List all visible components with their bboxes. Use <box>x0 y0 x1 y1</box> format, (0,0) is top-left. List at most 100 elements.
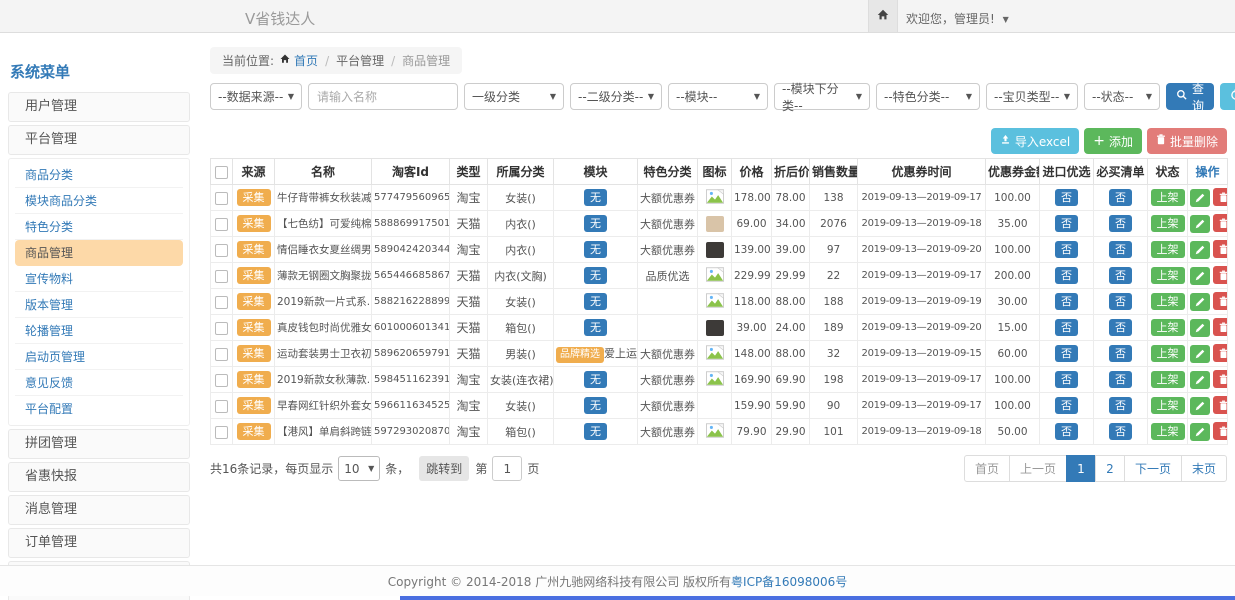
filter-feature-category[interactable]: --特色分类--▼ <box>876 83 980 110</box>
reset-button[interactable]: 重置 <box>1220 83 1235 110</box>
select-all-checkbox[interactable] <box>215 166 228 179</box>
pager-item[interactable]: 首页 <box>964 455 1010 482</box>
pager-item[interactable]: 末页 <box>1181 455 1227 482</box>
row-checkbox[interactable] <box>215 244 228 257</box>
delete-button[interactable] <box>1213 292 1228 310</box>
import-select-toggle[interactable]: 否 <box>1055 267 1078 284</box>
import-select-toggle[interactable]: 否 <box>1055 423 1078 440</box>
status-badge[interactable]: 上架 <box>1151 319 1185 336</box>
must-buy-toggle[interactable]: 否 <box>1109 371 1132 388</box>
must-buy-toggle[interactable]: 否 <box>1109 267 1132 284</box>
delete-button[interactable] <box>1213 370 1228 388</box>
home-button[interactable] <box>868 0 898 32</box>
sidebar-item[interactable]: 意见反馈 <box>15 370 183 396</box>
delete-button[interactable] <box>1213 344 1228 362</box>
delete-button[interactable] <box>1213 266 1228 284</box>
status-badge[interactable]: 上架 <box>1151 371 1185 388</box>
must-buy-toggle[interactable]: 否 <box>1109 319 1132 336</box>
delete-button[interactable] <box>1213 240 1228 258</box>
import-select-toggle[interactable]: 否 <box>1055 189 1078 206</box>
page-number-input[interactable] <box>492 456 522 481</box>
row-checkbox[interactable] <box>215 192 228 205</box>
row-checkbox[interactable] <box>215 322 228 335</box>
sidebar-item[interactable]: 宣传物料 <box>15 266 183 292</box>
import-select-toggle[interactable]: 否 <box>1055 371 1078 388</box>
must-buy-toggle[interactable]: 否 <box>1109 423 1132 440</box>
sidebar-item[interactable]: 商品分类 <box>15 162 183 188</box>
pager-item[interactable]: 下一页 <box>1124 455 1182 482</box>
delete-button[interactable] <box>1213 396 1228 414</box>
jump-button[interactable]: 跳转到 <box>419 456 469 481</box>
sidebar-item[interactable]: 特色分类 <box>15 214 183 240</box>
edit-button[interactable] <box>1190 423 1210 441</box>
import-select-toggle[interactable]: 否 <box>1055 293 1078 310</box>
import-select-toggle[interactable]: 否 <box>1055 215 1078 232</box>
sidebar-section[interactable]: 省惠快报 <box>8 462 190 492</box>
import-select-toggle[interactable]: 否 <box>1055 345 1078 362</box>
must-buy-toggle[interactable]: 否 <box>1109 189 1132 206</box>
sidebar-item[interactable]: 商品管理 <box>15 240 183 266</box>
filter-status[interactable]: --状态--▼ <box>1084 83 1160 110</box>
edit-button[interactable] <box>1190 189 1210 207</box>
user-menu[interactable]: 欢迎您，管理员! ▼ <box>906 10 1009 27</box>
must-buy-toggle[interactable]: 否 <box>1109 215 1132 232</box>
status-badge[interactable]: 上架 <box>1151 345 1185 362</box>
sidebar-section[interactable]: 平台管理 <box>8 125 190 155</box>
status-badge[interactable]: 上架 <box>1151 293 1185 310</box>
filter-module-subcategory[interactable]: --模块下分类--▼ <box>774 83 870 110</box>
edit-button[interactable] <box>1190 319 1210 337</box>
delete-button[interactable] <box>1213 422 1228 440</box>
import-select-toggle[interactable]: 否 <box>1055 319 1078 336</box>
pager-item[interactable]: 2 <box>1095 455 1125 482</box>
sidebar-item[interactable]: 轮播管理 <box>15 318 183 344</box>
edit-button[interactable] <box>1190 215 1210 233</box>
sidebar-section[interactable]: 拼团管理 <box>8 429 190 459</box>
pager-item[interactable]: 上一页 <box>1009 455 1067 482</box>
edit-button[interactable] <box>1190 345 1210 363</box>
must-buy-toggle[interactable]: 否 <box>1109 293 1132 310</box>
row-checkbox[interactable] <box>215 218 228 231</box>
row-checkbox[interactable] <box>215 270 228 283</box>
per-page-select[interactable]: 10 ▼ <box>338 456 380 481</box>
filter-level2-category[interactable]: --二级分类--▼ <box>570 83 662 110</box>
edit-button[interactable] <box>1190 397 1210 415</box>
sidebar-item[interactable]: 版本管理 <box>15 292 183 318</box>
filter-module[interactable]: --模块--▼ <box>668 83 768 110</box>
filter-level1-category[interactable]: 一级分类▼ <box>464 83 564 110</box>
batch-delete-button[interactable]: 批量删除 <box>1147 128 1227 154</box>
row-checkbox[interactable] <box>215 374 228 387</box>
import-select-toggle[interactable]: 否 <box>1055 397 1078 414</box>
status-badge[interactable]: 上架 <box>1151 189 1185 206</box>
status-badge[interactable]: 上架 <box>1151 241 1185 258</box>
icp-link[interactable]: 粤ICP备16098006号 <box>731 573 847 590</box>
status-badge[interactable]: 上架 <box>1151 267 1185 284</box>
status-badge[interactable]: 上架 <box>1151 215 1185 232</box>
filter-data-source[interactable]: --数据来源--▼ <box>210 83 302 110</box>
filter-item-type[interactable]: --宝贝类型--▼ <box>986 83 1078 110</box>
delete-button[interactable] <box>1213 318 1228 336</box>
sidebar-item[interactable]: 启动页管理 <box>15 344 183 370</box>
must-buy-toggle[interactable]: 否 <box>1109 241 1132 258</box>
edit-button[interactable] <box>1190 293 1210 311</box>
status-badge[interactable]: 上架 <box>1151 397 1185 414</box>
delete-button[interactable] <box>1213 214 1228 232</box>
edit-button[interactable] <box>1190 241 1210 259</box>
sidebar-item[interactable]: 平台配置 <box>15 396 183 422</box>
status-badge[interactable]: 上架 <box>1151 423 1185 440</box>
import-select-toggle[interactable]: 否 <box>1055 241 1078 258</box>
row-checkbox[interactable] <box>215 296 228 309</box>
sidebar-section[interactable]: 消息管理 <box>8 495 190 525</box>
add-button[interactable]: + 添加 <box>1084 128 1142 154</box>
query-button[interactable]: 查询 <box>1166 83 1214 110</box>
sidebar-section[interactable]: 用户管理 <box>8 92 190 122</box>
row-checkbox[interactable] <box>215 348 228 361</box>
row-checkbox[interactable] <box>215 400 228 413</box>
breadcrumb-home-link[interactable]: 首页 <box>294 52 318 69</box>
must-buy-toggle[interactable]: 否 <box>1109 397 1132 414</box>
edit-button[interactable] <box>1190 267 1210 285</box>
must-buy-toggle[interactable]: 否 <box>1109 345 1132 362</box>
filter-name-input[interactable] <box>308 83 458 110</box>
delete-button[interactable] <box>1213 188 1228 206</box>
sidebar-item[interactable]: 模块商品分类 <box>15 188 183 214</box>
pager-item[interactable]: 1 <box>1066 455 1096 482</box>
